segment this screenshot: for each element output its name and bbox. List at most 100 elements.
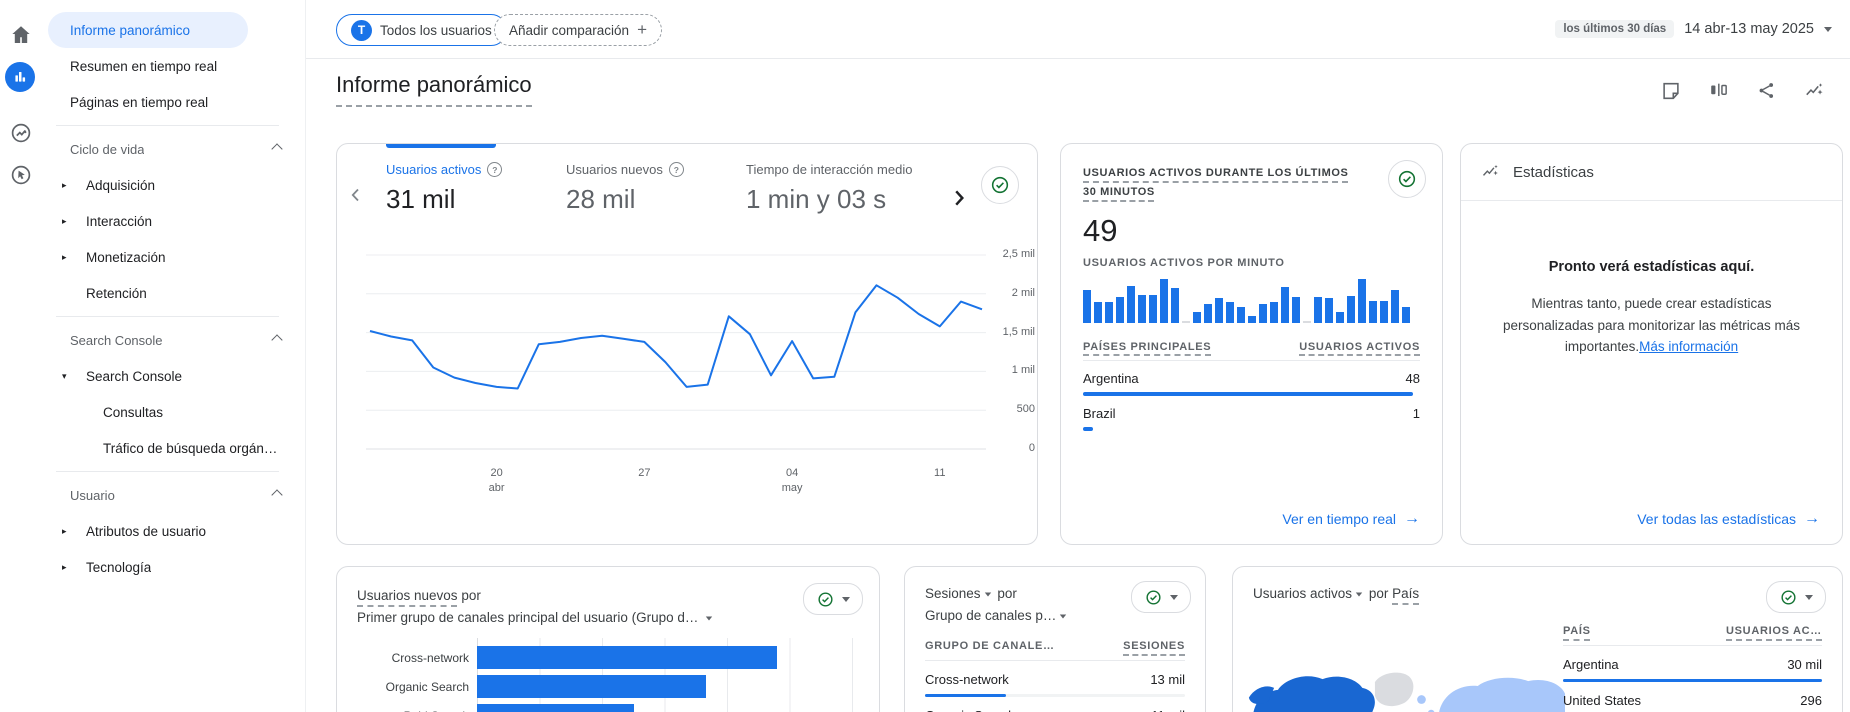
check-circle-icon bbox=[1146, 589, 1161, 605]
sidebar-item-label: Adquisición bbox=[86, 177, 156, 193]
users-column-header: USUARIOS AC… bbox=[1726, 625, 1822, 637]
x-axis-tick: 20 abr bbox=[475, 466, 519, 496]
metric-tab-usuarios-nuevos[interactable]: Usuarios nuevos? 28 mil bbox=[566, 162, 684, 215]
minute-bar bbox=[1182, 320, 1190, 323]
insight-status-dropdown[interactable] bbox=[1766, 581, 1826, 613]
insight-status-dropdown[interactable] bbox=[803, 583, 863, 615]
row-bar bbox=[925, 694, 1006, 698]
metric-tab-tiempo-de-interaccion-medio[interactable]: Tiempo de interacción medio 1 min y 03 s bbox=[746, 162, 912, 215]
minute-bar bbox=[1347, 295, 1355, 323]
sidebar-item-label: Consultas bbox=[103, 404, 164, 420]
country-name: Argentina bbox=[1083, 370, 1139, 386]
sidebar-item-informe-panoramico[interactable]: Informe panorámico bbox=[48, 12, 248, 48]
sidebar-item-paginas-en-tiempo-real[interactable]: Páginas en tiempo real bbox=[48, 84, 295, 120]
expand-arrow-icon[interactable]: ▸ bbox=[62, 180, 86, 191]
metric-tab-usuarios-activos[interactable]: Usuarios activos? 31 mil bbox=[386, 162, 503, 215]
metric-selector[interactable]: Sesiones bbox=[925, 586, 994, 601]
sidebar-item-adquisicion[interactable]: ▸ Adquisición bbox=[48, 167, 295, 203]
audience-chip[interactable]: T Todos los usuarios bbox=[336, 14, 507, 46]
sidebar-item-interaccion[interactable]: ▸ Interacción bbox=[48, 203, 295, 239]
metric-label: Usuarios activos? bbox=[386, 162, 503, 177]
insight-status-dropdown[interactable] bbox=[1131, 581, 1191, 613]
sidebar-item-consultas[interactable]: Consultas bbox=[48, 394, 295, 430]
country-users-value: 48 bbox=[1405, 370, 1420, 386]
insight-status-badge[interactable] bbox=[981, 166, 1019, 204]
expand-arrow-icon[interactable]: ▸ bbox=[62, 526, 86, 537]
row-bar-track bbox=[1563, 679, 1822, 682]
sidebar-item-label: Informe panorámico bbox=[70, 22, 191, 38]
minute-bar bbox=[1402, 306, 1410, 323]
insights-icon[interactable] bbox=[1804, 80, 1826, 102]
insights-headline: Pronto verá estadísticas aquí. bbox=[1548, 259, 1755, 275]
minute-bar bbox=[1138, 295, 1146, 323]
hbar-bar bbox=[477, 675, 707, 699]
per-minute-label: USUARIOS ACTIVOS POR MINUTO bbox=[1083, 256, 1285, 269]
y-axis-tick: 0 bbox=[1028, 442, 1035, 454]
sidebar-section-ciclo-de-vida[interactable]: Ciclo de vida bbox=[48, 131, 295, 167]
x-tick-day: 27 bbox=[638, 467, 651, 479]
metric-selector[interactable]: Usuarios nuevos bbox=[357, 588, 458, 603]
home-icon[interactable] bbox=[8, 22, 34, 48]
expand-arrow-icon[interactable]: ▸ bbox=[62, 216, 86, 227]
world-map bbox=[1245, 617, 1565, 712]
help-icon[interactable]: ? bbox=[487, 162, 503, 177]
dimension-selector[interactable]: Primer grupo de canales principal del us… bbox=[357, 610, 715, 625]
sidebar-item-trafico-de-busqueda-organ[interactable]: Tráfico de búsqueda orgán… bbox=[48, 430, 295, 466]
hbar-track bbox=[477, 675, 859, 699]
y-axis-tick: 1,5 mil bbox=[1002, 325, 1035, 338]
learn-more-link[interactable]: Más información bbox=[1639, 339, 1738, 354]
collapse-chevron-icon[interactable] bbox=[271, 489, 283, 501]
minute-bar bbox=[1281, 286, 1289, 323]
help-icon[interactable]: ? bbox=[668, 162, 684, 177]
insight-status-badge[interactable] bbox=[1388, 160, 1426, 198]
country-bar-track bbox=[1083, 391, 1420, 396]
metrics-prev-button[interactable] bbox=[347, 186, 365, 204]
date-range-picker[interactable]: los últimos 30 días 14 abr-13 may 2025 bbox=[1555, 20, 1832, 38]
minute-bar bbox=[1116, 296, 1124, 323]
hbar-bar bbox=[477, 704, 634, 712]
view-realtime-link[interactable]: Ver en tiempo real → bbox=[1282, 510, 1420, 528]
advertising-icon[interactable] bbox=[8, 162, 34, 188]
minute-bar bbox=[1369, 300, 1377, 323]
sidebar-item-resumen-en-tiempo-real[interactable]: Resumen en tiempo real bbox=[48, 48, 295, 84]
sessions-table-rows: Cross-network 13 mil Organic Search 11 mil bbox=[925, 672, 1185, 712]
sticky-note-icon[interactable] bbox=[1660, 80, 1682, 102]
hbar-bar bbox=[477, 646, 777, 670]
expand-arrow-icon[interactable]: ▾ bbox=[62, 371, 86, 382]
sidebar-item-atributos-de-usuario[interactable]: ▸ Atributos de usuario bbox=[48, 513, 295, 549]
collapse-chevron-icon[interactable] bbox=[271, 143, 283, 155]
chevron-down-icon bbox=[984, 592, 991, 597]
sidebar-item-monetizacion[interactable]: ▸ Monetización bbox=[48, 239, 295, 275]
arrow-right-icon: → bbox=[1404, 510, 1420, 527]
sidebar-section-search-console[interactable]: Search Console bbox=[48, 322, 295, 358]
x-axis-tick: 04 may bbox=[770, 466, 814, 496]
row-bar bbox=[1563, 679, 1822, 682]
dimension-selector[interactable]: País bbox=[1392, 586, 1419, 601]
minute-bar bbox=[1226, 302, 1234, 323]
sidebar-item-retencion[interactable]: Retención bbox=[48, 275, 295, 311]
collapse-chevron-icon[interactable] bbox=[271, 334, 283, 346]
add-comparison-button[interactable]: Añadir comparación + bbox=[494, 14, 663, 46]
page-title[interactable]: Informe panorámico bbox=[336, 72, 532, 107]
view-all-insights-link[interactable]: Ver todas las estadísticas → bbox=[1637, 510, 1820, 528]
metric-selector[interactable]: Usuarios activos bbox=[1253, 586, 1365, 601]
minute-bar bbox=[1259, 304, 1267, 323]
card-title: Usuarios activos por País bbox=[1253, 583, 1822, 605]
overview-metrics-card: Usuarios activos? 31 mil Usuarios nuevos? 2… bbox=[336, 143, 1038, 545]
dimension-selector[interactable]: Grupo de canales p… bbox=[925, 608, 1069, 623]
sidebar-item-tecnologia[interactable]: ▸ Tecnología bbox=[48, 549, 295, 585]
expand-arrow-icon[interactable]: ▸ bbox=[62, 562, 86, 573]
explore-icon[interactable] bbox=[8, 120, 34, 146]
sidebar-section-usuario[interactable]: Usuario bbox=[48, 477, 295, 513]
expand-arrow-icon[interactable]: ▸ bbox=[62, 252, 86, 263]
y-axis-tick: 2,5 mil bbox=[1002, 248, 1035, 260]
sidebar-divider bbox=[40, 466, 305, 477]
compare-icon[interactable] bbox=[1708, 80, 1730, 102]
row-bar-track bbox=[925, 694, 1185, 698]
reports-icon[interactable] bbox=[5, 62, 35, 92]
check-circle-icon bbox=[991, 176, 1009, 194]
metrics-next-button[interactable] bbox=[949, 188, 969, 208]
new-users-by-channel-card: Usuarios nuevos por Primer grupo de cana… bbox=[336, 566, 880, 712]
share-icon[interactable] bbox=[1756, 80, 1778, 102]
sidebar-item-search-console[interactable]: ▾ Search Console bbox=[48, 358, 295, 394]
